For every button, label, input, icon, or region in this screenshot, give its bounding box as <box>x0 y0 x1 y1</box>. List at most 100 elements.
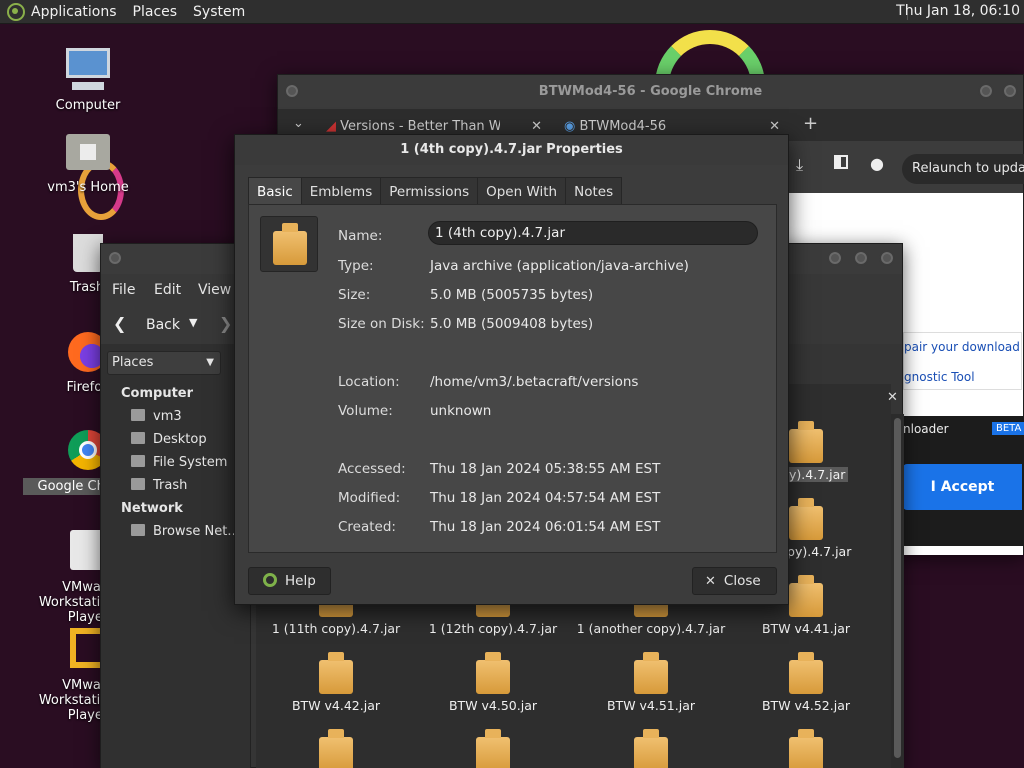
file-name: 1 (another copy).4.7.jar <box>576 621 726 636</box>
file-item[interactable]: BTW v4.51.jar <box>576 652 726 713</box>
sidebar-item-label: vm3 <box>153 409 182 424</box>
file-item[interactable] <box>418 729 568 768</box>
sidebar-item-label: File System <box>153 455 228 470</box>
close-icon[interactable]: ✕ <box>887 390 898 405</box>
sidebar-item-filesystem[interactable]: File System <box>131 455 227 470</box>
sidebar-heading-network: Network <box>121 501 183 516</box>
file-name: 1 (11th copy).4.7.jar <box>271 621 401 636</box>
desktop-icon-computer[interactable]: Computer <box>23 46 153 113</box>
relaunch-button[interactable]: Relaunch to update <box>902 154 1024 184</box>
size-on-disk-label: Size on Disk: <box>338 316 425 332</box>
accessed-label: Accessed: <box>338 461 406 477</box>
tab-permissions[interactable]: Permissions <box>380 177 479 205</box>
file-item[interactable] <box>261 729 411 768</box>
new-tab-icon[interactable]: + <box>803 113 818 134</box>
accessed-value: Thu 18 Jan 2024 05:38:55 AM EST <box>430 461 661 477</box>
back-button[interactable]: Back <box>146 317 180 333</box>
java-archive-icon <box>789 652 823 694</box>
profile-icon[interactable]: ● <box>870 154 884 173</box>
desktop-icon-label: Computer <box>55 98 121 113</box>
betacraft-favicon-icon: ◢ <box>326 119 341 134</box>
basic-panel: Name: Type: Java archive (application/ja… <box>248 204 777 553</box>
system-menu[interactable]: System <box>193 4 245 20</box>
maximize-button[interactable] <box>1002 83 1018 99</box>
accept-button[interactable]: I Accept <box>903 464 1022 510</box>
menu-file[interactable]: File <box>112 282 135 298</box>
tab-emblems[interactable]: Emblems <box>300 177 382 205</box>
properties-dialog: 1 (4th copy).4.7.jar Properties Basic Em… <box>234 134 789 605</box>
file-name: BTW v4.41.jar <box>761 621 851 636</box>
sidebar-item-trash[interactable]: Trash <box>131 478 187 493</box>
sidebar-heading-computer: Computer <box>121 386 194 401</box>
window-menu-button[interactable] <box>107 250 123 266</box>
scrollbar-thumb[interactable] <box>894 418 901 758</box>
beta-badge: BETA <box>992 422 1024 435</box>
file-item[interactable] <box>731 729 881 768</box>
name-field[interactable] <box>428 221 758 245</box>
java-archive-icon <box>789 421 823 463</box>
close-button[interactable] <box>879 250 895 266</box>
chevron-down-icon: ▼ <box>206 357 214 368</box>
applications-menu[interactable]: Applications <box>31 4 117 20</box>
sidebar: Places ▼ Computer vm3 Desktop File Syste… <box>101 344 251 768</box>
close-button[interactable]: ✕ Close <box>692 567 777 595</box>
menu-view[interactable]: View <box>198 282 231 298</box>
clock[interactable]: Thu Jan 18, 06:10 <box>896 3 1020 19</box>
java-archive-icon <box>319 652 353 694</box>
created-label: Created: <box>338 519 396 535</box>
top-panel: Applications Places System Thu Jan 18, 0… <box>0 0 1024 24</box>
side-panel-icon[interactable] <box>834 155 848 169</box>
home-icon <box>131 409 145 421</box>
java-archive-icon <box>273 223 307 265</box>
download-help-popup: pair your download gnostic Tool <box>903 332 1022 390</box>
favicon-icon: ◉ <box>564 119 580 134</box>
file-item[interactable]: BTW v4.42.jar <box>261 652 411 713</box>
diagnostic-link[interactable]: gnostic Tool <box>904 370 975 384</box>
dialog-title[interactable]: 1 (4th copy).4.7.jar Properties <box>235 135 788 165</box>
sidebar-item-desktop[interactable]: Desktop <box>131 432 207 447</box>
file-item[interactable]: BTW v4.52.jar <box>731 652 881 713</box>
size-value: 5.0 MB (5005735 bytes) <box>430 287 594 303</box>
minimize-button[interactable] <box>827 250 843 266</box>
tab-notes[interactable]: Notes <box>565 177 623 205</box>
menu-edit[interactable]: Edit <box>154 282 181 298</box>
help-button[interactable]: Help <box>248 567 331 595</box>
repair-link[interactable]: pair your download <box>904 340 1020 354</box>
forward-arrow-icon[interactable]: ❯ <box>219 314 232 333</box>
help-icon <box>263 573 277 587</box>
file-name: 1 (12th copy).4.7.jar <box>428 621 558 636</box>
sidebar-item-browse-network[interactable]: Browse Net… <box>131 524 240 539</box>
tab-basic[interactable]: Basic <box>248 177 302 205</box>
chevron-down-icon[interactable]: ▼ <box>189 316 197 329</box>
size-on-disk-value: 5.0 MB (5009408 bytes) <box>430 316 594 332</box>
sidebar-item-vm3[interactable]: vm3 <box>131 409 182 424</box>
sidebar-item-label: Browse Net… <box>153 524 241 539</box>
volume-label: Volume: <box>338 403 393 419</box>
chrome-titlebar[interactable]: BTWMod4-56 - Google Chrome <box>278 75 1023 109</box>
file-icon-button[interactable] <box>260 216 318 272</box>
window-menu-button[interactable] <box>284 83 300 99</box>
modified-value: Thu 18 Jan 2024 04:57:54 AM EST <box>430 490 661 506</box>
home-folder-icon <box>64 128 112 176</box>
mate-logo-icon[interactable] <box>7 2 25 21</box>
drive-icon <box>131 455 145 467</box>
name-label: Name: <box>338 228 383 244</box>
modified-label: Modified: <box>338 490 401 506</box>
desktop-icon <box>131 432 145 444</box>
desktop-icon-home[interactable]: vm3's Home <box>23 128 153 195</box>
sidebar-item-label: Trash <box>153 478 188 493</box>
file-item[interactable] <box>576 729 726 768</box>
places-selector[interactable]: Places ▼ <box>107 351 221 375</box>
maximize-button[interactable] <box>853 250 869 266</box>
places-menu[interactable]: Places <box>133 4 178 20</box>
file-name: BTW v4.51.jar <box>606 698 696 713</box>
download-icon[interactable]: ⤓ <box>796 155 803 175</box>
tab-search-icon[interactable]: ⌄ <box>293 116 304 131</box>
tab-open-with[interactable]: Open With <box>477 177 567 205</box>
file-name: BTW v4.42.jar <box>291 698 381 713</box>
file-item[interactable]: BTW v4.50.jar <box>418 652 568 713</box>
java-archive-icon <box>476 652 510 694</box>
minimize-button[interactable] <box>978 83 994 99</box>
created-value: Thu 18 Jan 2024 06:01:54 AM EST <box>430 519 661 535</box>
scrollbar[interactable] <box>891 414 904 768</box>
